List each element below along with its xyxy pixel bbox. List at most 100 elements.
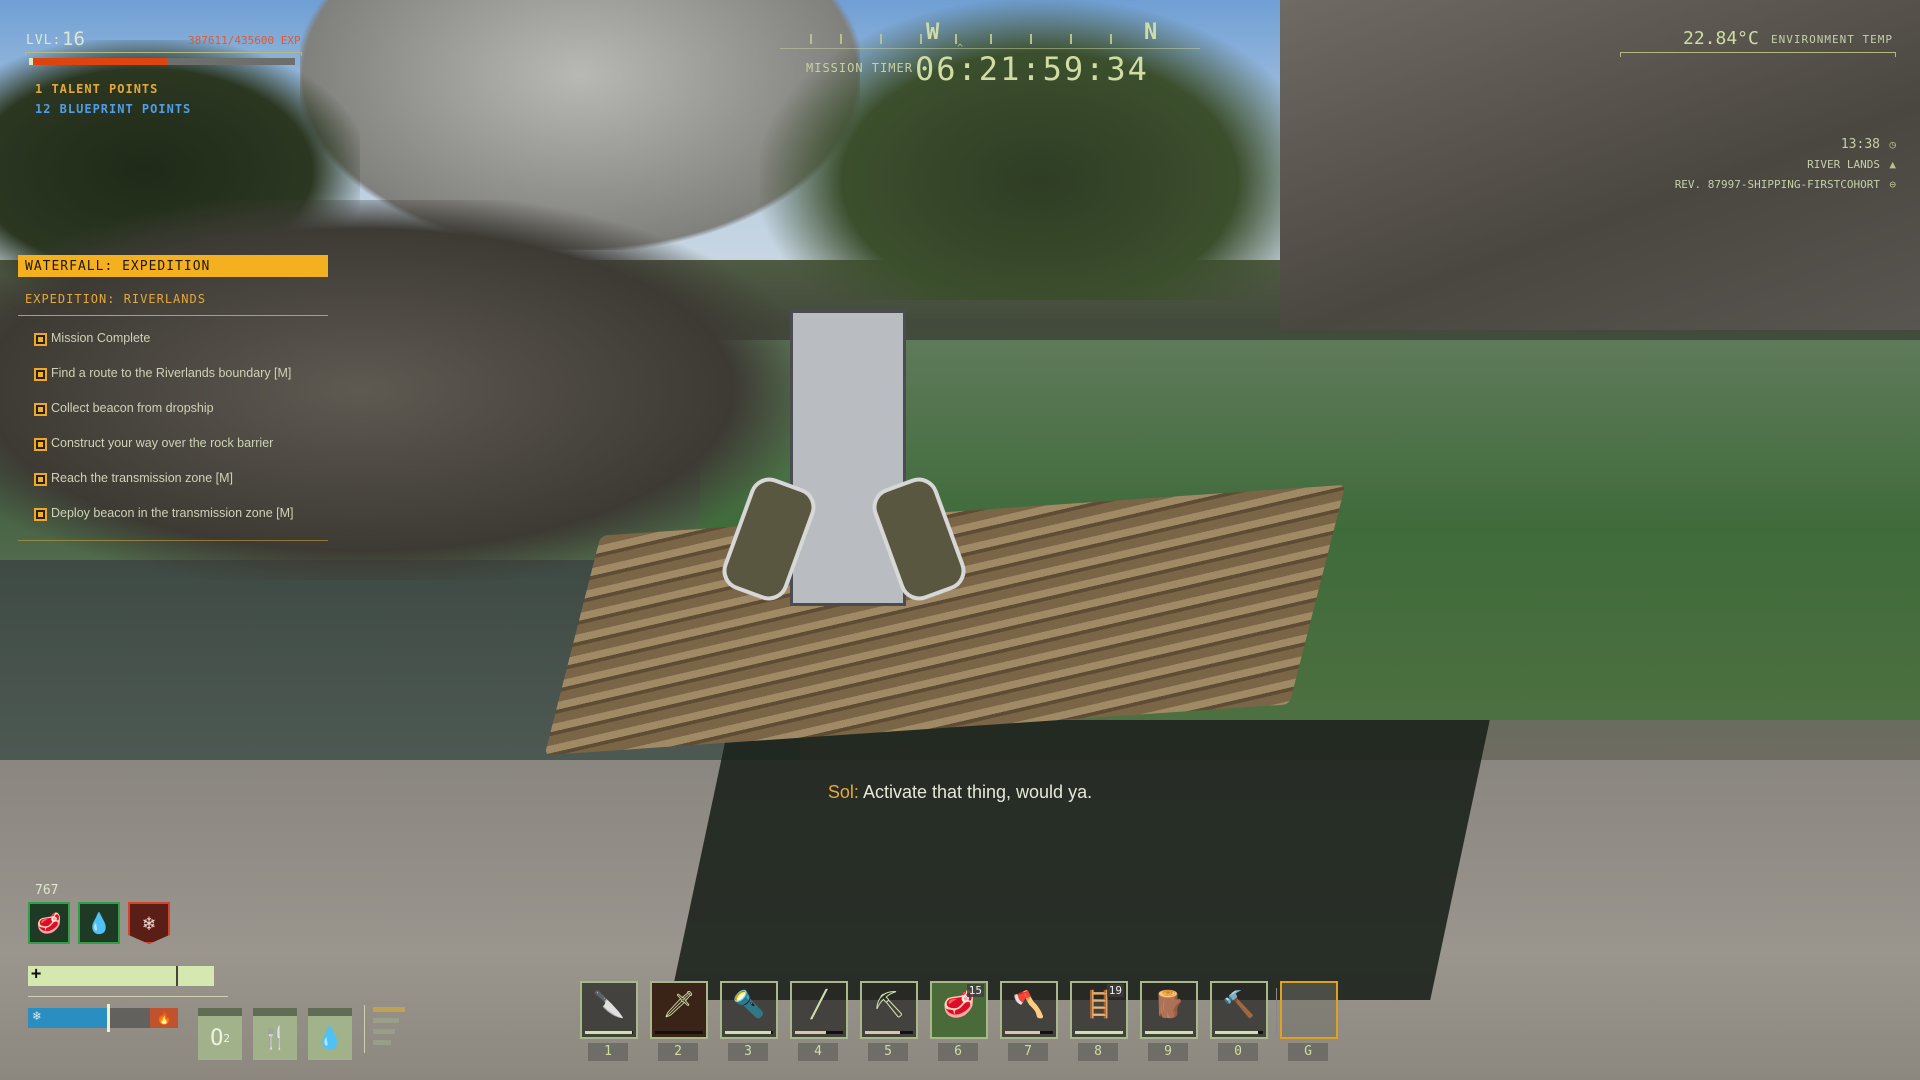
hotbar-key-label: 0 xyxy=(1218,1043,1258,1061)
hotbar-key-label: 1 xyxy=(588,1043,628,1061)
durability-fill xyxy=(585,1031,633,1034)
health-marker xyxy=(176,966,178,986)
hotbar-slot-7[interactable]: 🪓 xyxy=(1000,981,1058,1039)
hammer-icon: 🔨 xyxy=(1222,990,1256,1020)
durability-bar xyxy=(1215,1031,1263,1034)
vitals-divider xyxy=(364,1005,365,1053)
oxygen-sub: 2 xyxy=(223,1031,230,1045)
cold-glyph: ❄ xyxy=(142,911,156,935)
compass-cardinal-w: W xyxy=(926,20,940,45)
durability-fill xyxy=(1145,1031,1193,1034)
compass-line xyxy=(780,48,1200,49)
hotbar-key-label: 6 xyxy=(938,1043,978,1061)
objective-item[interactable]: Mission Complete xyxy=(30,330,350,365)
quest-subtitle: EXPEDITION: RIVERLANDS xyxy=(25,292,206,306)
objective-item[interactable]: Collect beacon from dropship xyxy=(30,400,350,435)
time-row: 13:38 ◷ xyxy=(1675,135,1896,155)
durability-bar xyxy=(1145,1031,1193,1034)
quest-bottom-divider xyxy=(18,540,328,541)
health-bar: + xyxy=(28,964,214,986)
river-water-left xyxy=(0,560,800,890)
torch-icon: 🔦 xyxy=(732,990,766,1020)
objective-checkbox-icon xyxy=(34,438,47,451)
oxygen-icon: O2 xyxy=(198,1008,242,1060)
objective-checkbox-icon xyxy=(34,508,47,521)
water-glyph: 💧 xyxy=(86,911,112,935)
water-vital-glyph: 💧 xyxy=(316,1025,344,1051)
mini-bar xyxy=(373,1040,391,1045)
talent-points[interactable]: 1 TALENT POINTS xyxy=(35,82,158,96)
objective-list: Mission Complete Find a route to the Rive… xyxy=(30,330,350,540)
mountain-icon: ▲ xyxy=(1889,158,1896,171)
beacon-device[interactable] xyxy=(790,310,906,606)
objective-item[interactable]: Reach the transmission zone [M] xyxy=(30,470,350,505)
objective-checkbox-icon xyxy=(34,473,47,486)
hotbar-divider xyxy=(1276,988,1277,1036)
environment-temp-label: ENVIRONMENT TEMP xyxy=(1771,33,1893,46)
hotbar-slot-8[interactable]: 🪜 19 xyxy=(1070,981,1128,1039)
hotbar-slot-5[interactable]: ⛏ xyxy=(860,981,918,1039)
durability-fill xyxy=(1215,1031,1259,1034)
pickaxe-icon: ⛏ xyxy=(872,990,906,1020)
compass-cardinal-n: N xyxy=(1144,20,1158,45)
compass-tick xyxy=(1110,34,1112,44)
mission-timer-value: 06:21:59:34 xyxy=(915,50,1149,88)
objective-text: Find a route to the Riverlands boundary … xyxy=(51,366,292,380)
quest-divider xyxy=(18,315,328,316)
objective-item[interactable]: Find a route to the Riverlands boundary … xyxy=(30,365,350,400)
exp-fill xyxy=(29,58,168,65)
dialogue-line: Activate that thing, would ya. xyxy=(862,782,1093,802)
wooden-raft xyxy=(544,484,1346,756)
raft-shadow xyxy=(670,720,1490,1000)
hotbar-slot-6[interactable]: 🥩 15 xyxy=(930,981,988,1039)
mini-bar xyxy=(373,1018,399,1023)
build-row: REV. 87997-SHIPPING-FIRSTCOHORT ⊖ xyxy=(1675,175,1896,195)
compass: WN xyxy=(780,18,1180,48)
compass-tick xyxy=(1030,34,1032,44)
compass-tick xyxy=(880,34,882,44)
time-value: 13:38 xyxy=(1840,137,1880,152)
quest-title-banner[interactable]: WATERFALL: EXPEDITION xyxy=(18,255,328,277)
snowflake-icon: ❄ xyxy=(128,902,170,944)
wood-planks-icon: 🪵 xyxy=(1152,990,1186,1020)
hotbar-slot-9[interactable]: 🪵 xyxy=(1140,981,1198,1039)
hotbar-slot-4[interactable]: ╱ xyxy=(790,981,848,1039)
hotbar-slot-1[interactable]: 🔪 xyxy=(580,981,638,1039)
hotbar-key-label: 9 xyxy=(1148,1043,1188,1061)
stack-count: 19 xyxy=(1106,984,1124,997)
dialogue-subtitle: Sol: Activate that thing, would ya. xyxy=(0,782,1920,803)
durability-bar xyxy=(795,1031,843,1034)
spear-icon: ╱ xyxy=(811,990,827,1020)
environment-temp-frame xyxy=(1620,52,1896,57)
mission-timer-label: MISSION TIMER xyxy=(806,61,913,75)
hotbar-slot-g[interactable] xyxy=(1280,981,1338,1039)
durability-bar xyxy=(865,1031,913,1034)
exp-frame xyxy=(25,52,302,56)
durability-fill xyxy=(865,1031,900,1034)
region-row: RIVER LANDS ▲ xyxy=(1675,155,1896,175)
objective-item[interactable]: Construct your way over the rock barrier xyxy=(30,435,350,470)
level-label: LVL: xyxy=(26,33,62,48)
arrow-circle-icon: ⊖ xyxy=(1889,178,1896,191)
mountain xyxy=(300,0,860,250)
hotbar-key-label: 7 xyxy=(1008,1043,1048,1061)
blueprint-points[interactable]: 12 BLUEPRINT POINTS xyxy=(35,102,191,116)
hotbar-key-label: 4 xyxy=(798,1043,838,1061)
durability-fill xyxy=(795,1031,827,1034)
durability-fill xyxy=(1075,1031,1123,1034)
empty-icon xyxy=(1282,983,1336,1027)
hotbar-slot-3[interactable]: 🔦 xyxy=(720,981,778,1039)
fork-knife-icon: 🍴 xyxy=(253,1008,297,1060)
hotbar-slot-0[interactable]: 🔨 xyxy=(1210,981,1268,1039)
exp-tip xyxy=(29,58,33,65)
compass-tick xyxy=(920,34,922,44)
region-value: RIVER LANDS xyxy=(1807,158,1880,171)
objective-item[interactable]: Deploy beacon in the transmission zone [… xyxy=(30,505,350,540)
hotbar-slot-2[interactable]: 🗡 xyxy=(650,981,708,1039)
quest-title: WATERFALL: EXPEDITION xyxy=(25,259,211,274)
environment-temp-value: 22.84°C xyxy=(1683,28,1759,49)
water-drops-icon: 💧 xyxy=(78,902,120,944)
compass-tick xyxy=(810,34,812,44)
oxygen-label: O xyxy=(210,1025,224,1051)
objective-checkbox-icon xyxy=(34,403,47,416)
